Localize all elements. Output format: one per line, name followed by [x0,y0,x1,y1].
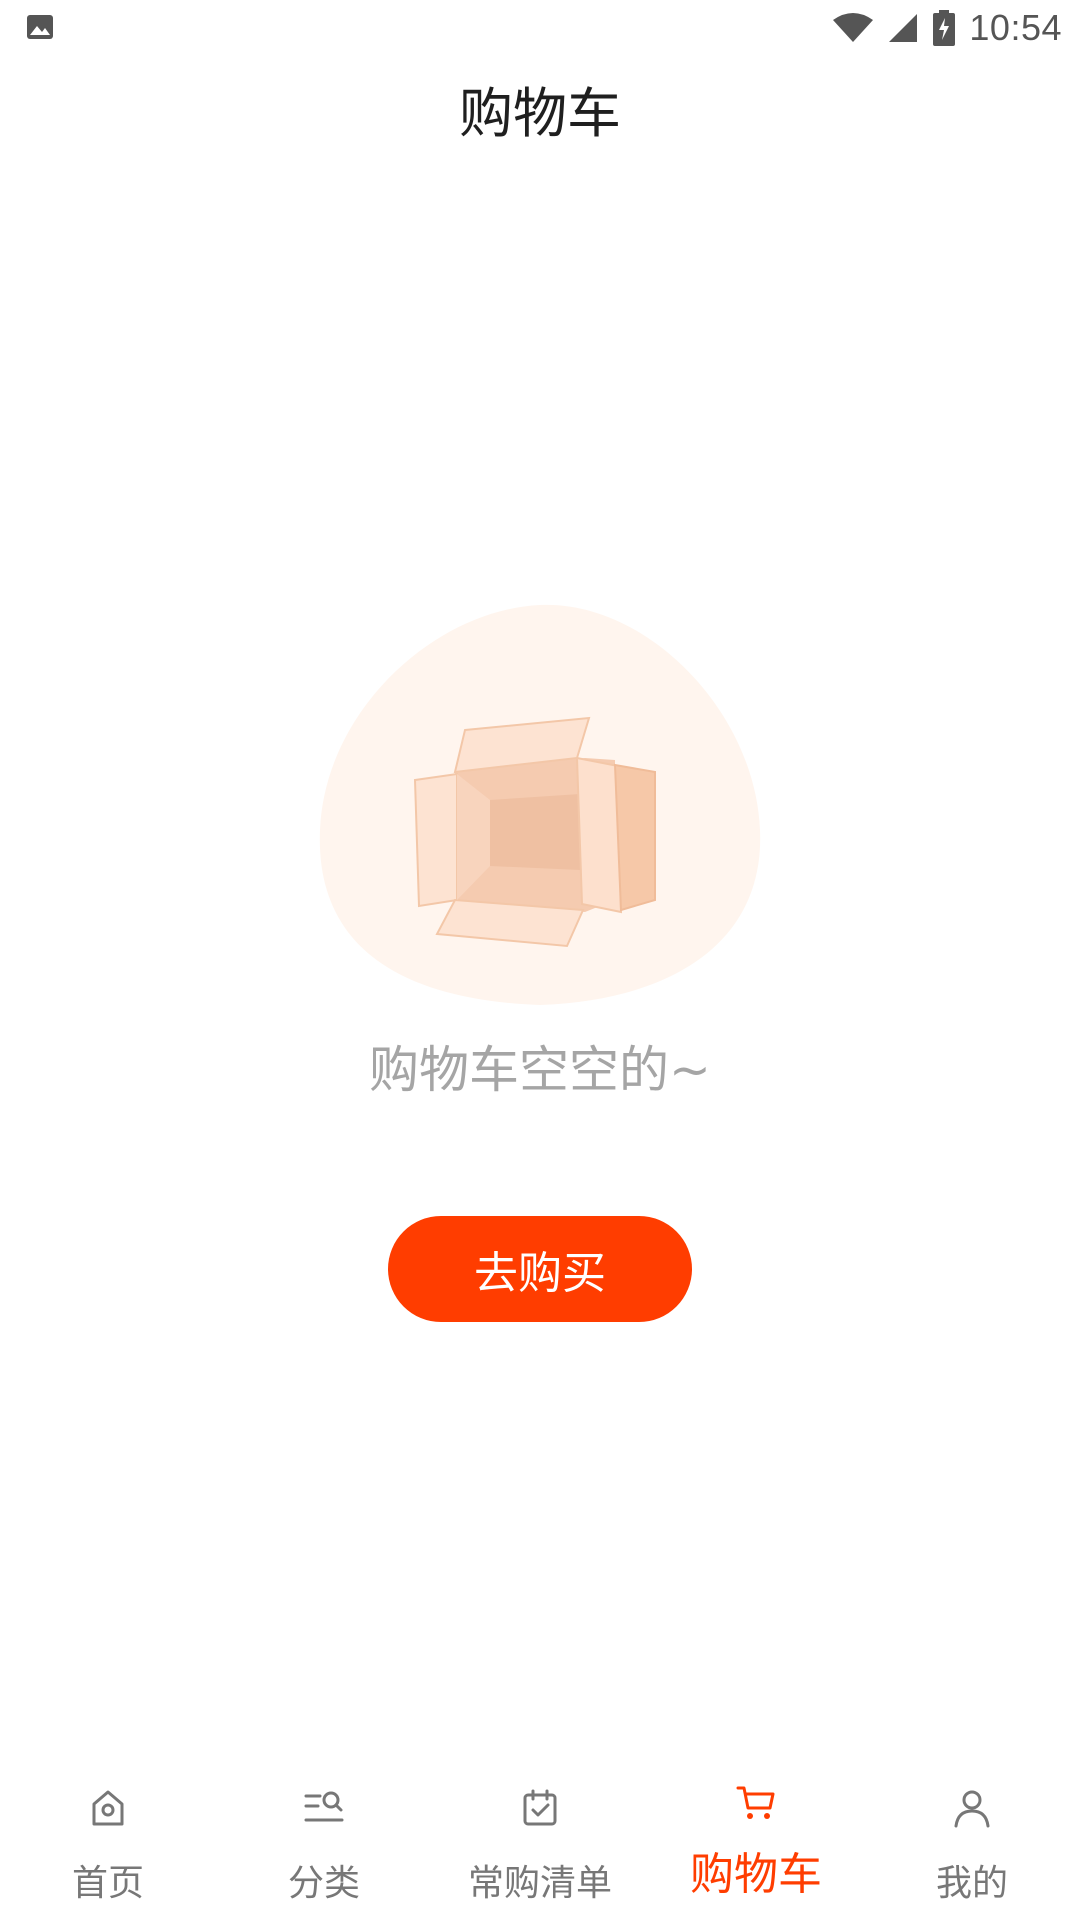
tab-label-frequent-list: 常购清单 [467,1863,612,1904]
go-buy-button[interactable]: 去购买 [388,1216,692,1322]
tab-label-category: 分类 [287,1863,360,1904]
tab-cart[interactable]: 购物车 [648,1758,864,1920]
tab-home[interactable]: 首页 [0,1758,216,1920]
status-bar: 10:54 [0,0,1080,56]
calendar-check-icon [523,1789,557,1826]
empty-box-illustration [319,604,761,1005]
tab-me[interactable]: 我的 [864,1758,1080,1920]
user-icon [954,1790,990,1828]
tab-label-home: 首页 [71,1863,144,1904]
cart-icon [736,1786,775,1819]
tab-label-me: 我的 [935,1863,1008,1904]
cell-signal-icon [889,14,918,42]
tab-frequent-list[interactable]: 常购清单 [432,1758,648,1920]
status-time: 10:54 [969,7,1062,48]
empty-cart-message: 购物车空空的~ [369,1041,711,1099]
header: 购物车 [0,60,1080,156]
image-notification-icon [27,15,53,39]
battery-icon [933,10,956,46]
tab-category[interactable]: 分类 [216,1758,432,1920]
bottom-tabbar: 首页 分类 常购清单 购物车 我的 [0,1758,1080,1920]
tab-label-cart: 购物车 [690,1849,822,1900]
page-title: 购物车 [459,81,621,145]
home-icon [92,1790,124,1826]
wifi-icon [833,13,874,42]
category-icon [304,1791,344,1822]
